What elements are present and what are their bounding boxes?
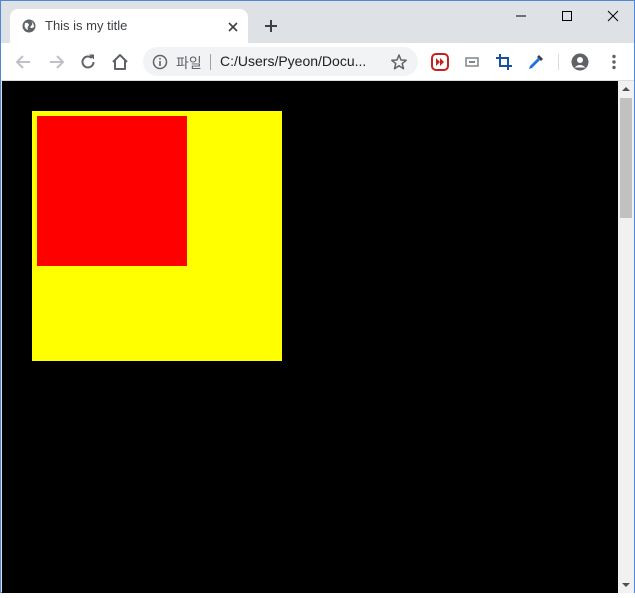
window-close-icon[interactable] (590, 1, 635, 31)
maximize-icon[interactable] (544, 1, 590, 31)
media-extension-icon[interactable] (430, 52, 450, 72)
red-box (37, 116, 187, 266)
vertical-scrollbar[interactable] (618, 81, 634, 593)
browser-window: This is my title 파일 C:/Users/Pyeon/Docu.… (0, 0, 635, 593)
tab-strip: This is my title (1, 1, 634, 43)
new-tab-button[interactable] (263, 18, 279, 34)
globe-icon (22, 19, 36, 33)
browser-toolbar: 파일 C:/Users/Pyeon/Docu... (1, 43, 634, 80)
tab-active[interactable]: This is my title (10, 9, 248, 43)
url-text[interactable]: C:/Users/Pyeon/Docu... (220, 53, 380, 69)
toolbar-divider (558, 54, 559, 70)
scroll-up-arrow-icon[interactable] (618, 81, 634, 97)
profile-icon[interactable] (570, 52, 590, 72)
address-bar[interactable]: 파일 C:/Users/Pyeon/Docu... (143, 47, 418, 76)
back-arrow-icon[interactable] (14, 52, 34, 72)
yellow-box (32, 111, 282, 361)
star-icon[interactable] (390, 53, 408, 71)
scrollbar-thumb[interactable] (620, 98, 632, 218)
minimize-icon[interactable] (498, 1, 544, 31)
url-scheme-label: 파일 (176, 55, 202, 71)
eyedropper-extension-icon[interactable] (526, 52, 546, 72)
forward-arrow-icon[interactable] (46, 52, 66, 72)
info-icon[interactable] (152, 54, 168, 70)
page-viewport (2, 81, 618, 593)
scroll-down-arrow-icon[interactable] (618, 577, 634, 593)
reload-icon[interactable] (78, 52, 98, 72)
home-icon[interactable] (110, 52, 130, 72)
screen-extension-icon[interactable] (462, 52, 482, 72)
url-separator (210, 54, 211, 70)
kebab-menu-icon[interactable] (604, 52, 624, 72)
close-icon[interactable] (227, 20, 239, 32)
crop-extension-icon[interactable] (494, 52, 514, 72)
tab-title: This is my title (45, 18, 128, 33)
